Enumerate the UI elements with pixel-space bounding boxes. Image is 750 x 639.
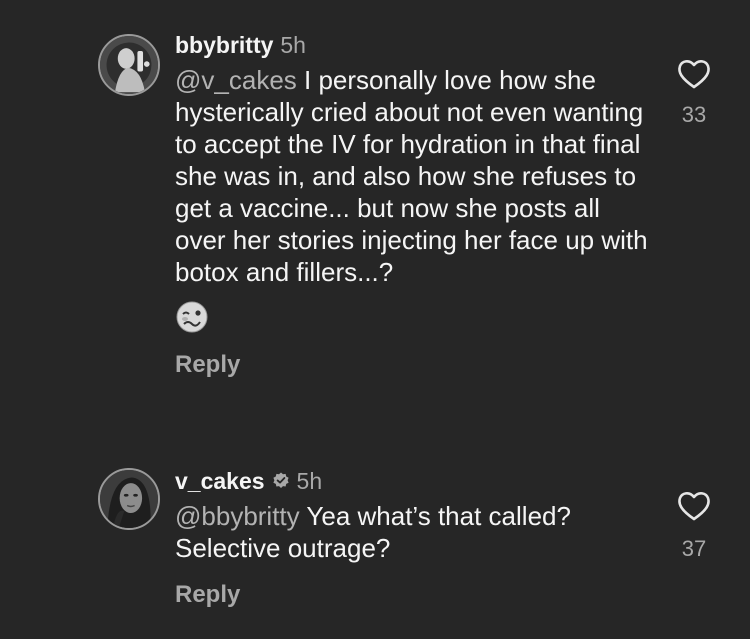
like-count: 33	[681, 102, 707, 127]
avatar[interactable]	[98, 468, 160, 530]
comment-header: v_cakes 5h	[175, 466, 655, 496]
mention-link[interactable]: @bbybritty	[175, 501, 300, 531]
username[interactable]: v_cakes	[175, 466, 265, 496]
reply-button[interactable]: Reply	[175, 580, 655, 610]
comment-header: bbybritty 5h	[175, 30, 655, 60]
avatar-image	[100, 470, 158, 528]
comment-content: v_cakes 5h @bbybritty Yea what’s that ca…	[175, 466, 655, 610]
mention-link[interactable]: @v_cakes	[175, 65, 297, 95]
comment-text: @v_cakes I personally love how she hyste…	[175, 64, 655, 288]
woozy-face-emoji-icon	[175, 300, 209, 334]
heart-outline-icon[interactable]	[672, 58, 716, 90]
timestamp: 5h	[280, 32, 306, 58]
avatar[interactable]	[98, 34, 160, 96]
verified-badge-icon	[272, 472, 290, 490]
heart-outline-icon[interactable]	[672, 490, 716, 522]
timestamp: 5h	[296, 468, 323, 494]
like-group: 37	[672, 490, 716, 562]
comment-text: @bbybritty Yea what’s that called? Selec…	[175, 500, 655, 564]
like-count: 37	[681, 536, 707, 561]
comment-body: I personally love how she hysterically c…	[175, 65, 648, 287]
avatar-image	[100, 36, 158, 94]
username[interactable]: bbybritty	[175, 30, 273, 60]
like-group: 33	[672, 58, 716, 128]
comment-content: bbybritty 5h @v_cakes I personally love …	[175, 30, 655, 380]
reply-button[interactable]: Reply	[175, 350, 655, 380]
